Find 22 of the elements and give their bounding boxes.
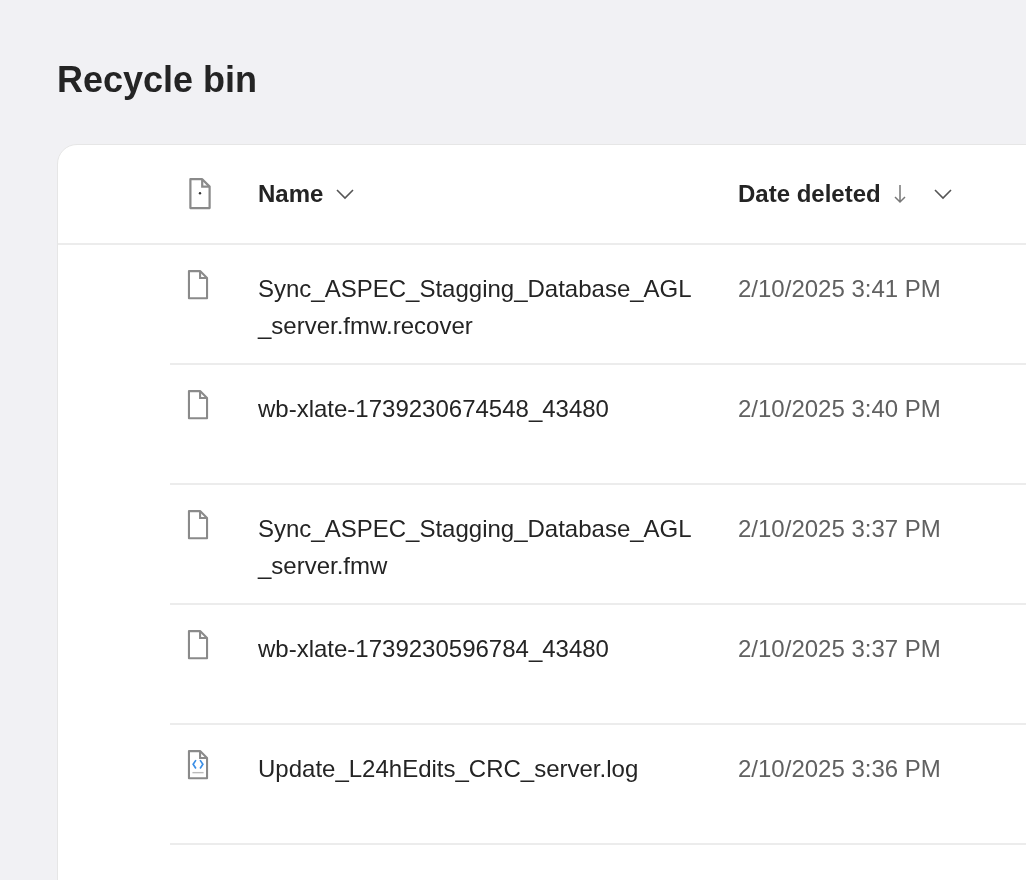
date-deleted: 2/10/2025 3:40 PM	[738, 394, 941, 424]
sort-down-arrow-icon	[892, 183, 907, 205]
date-deleted: 2/10/2025 3:37 PM	[738, 634, 941, 664]
file-type-header-icon[interactable]	[186, 177, 214, 211]
date-deleted: 2/10/2025 3:36 PM	[738, 754, 941, 784]
file-name[interactable]: Sync_ASPEC_Stagging_Database_AGL_server.fmw.recover	[258, 245, 698, 344]
file-icon	[186, 389, 210, 421]
file-icon	[186, 269, 210, 301]
chevron-down-icon	[335, 188, 356, 200]
chevron-down-icon	[932, 188, 953, 200]
file-icon	[186, 509, 210, 541]
column-header[interactable]: Name	[258, 176, 738, 212]
date-deleted: 2/10/2025 3:41 PM	[738, 274, 941, 304]
file-name[interactable]: Update_L24hEdits_CRC_server.log	[258, 725, 698, 787]
file-name[interactable]: wb-xlate-1739230596784_43480	[258, 605, 698, 667]
column-header[interactable]: Date deleted	[738, 176, 953, 212]
file-name[interactable]: Sync_ASPEC_Stagging_Database_AGL_server.fmw	[258, 485, 698, 584]
date-deleted: 2/10/2025 3:37 PM	[738, 514, 941, 544]
file-name[interactable]: wb-xlate-1739230674548_43480	[258, 365, 698, 427]
page-title: Recycle bin	[57, 58, 259, 102]
file-icon	[186, 629, 210, 661]
code-file-icon	[186, 749, 210, 781]
